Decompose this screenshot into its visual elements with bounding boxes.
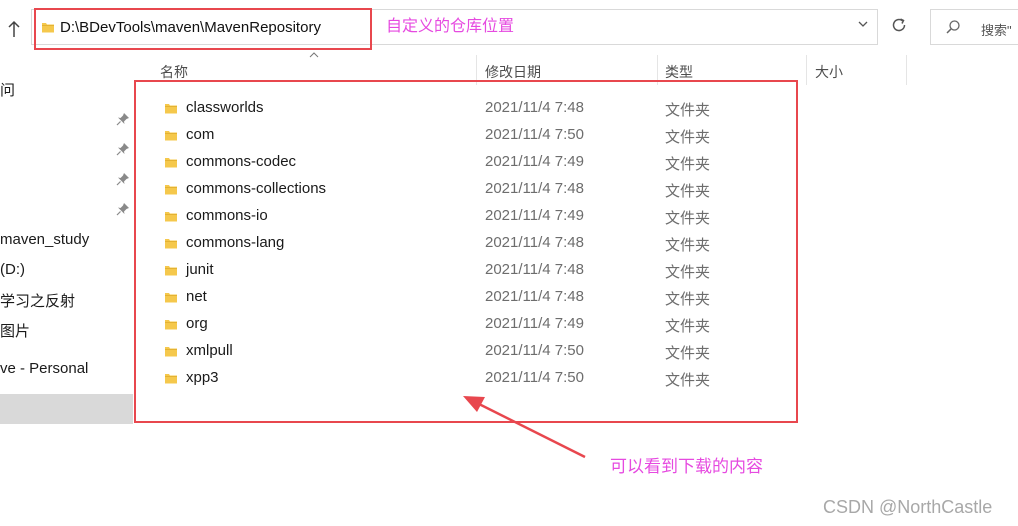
chevron-down-icon[interactable]: [857, 17, 869, 33]
column-header-name[interactable]: 名称: [160, 62, 188, 82]
nav-item[interactable]: maven_study: [0, 231, 89, 248]
annotation-box-file-list: [134, 80, 798, 423]
refresh-icon: [890, 16, 908, 39]
search-placeholder: 搜索": [981, 23, 1012, 38]
annotation-repo-location: 自定义的仓库位置: [386, 18, 515, 35]
pin-icon[interactable]: [116, 172, 130, 186]
column-header-modified[interactable]: 修改日期: [485, 62, 541, 82]
search-icon: [945, 19, 961, 40]
nav-item[interactable]: 图片: [0, 320, 30, 341]
column-header-type[interactable]: 类型: [665, 62, 693, 82]
search-input[interactable]: 搜索": [930, 9, 1018, 45]
nav-item[interactable]: ve - Personal: [0, 360, 88, 377]
annotation-downloaded-content: 可以看到下载的内容: [610, 457, 763, 476]
sort-ascending-icon: [309, 50, 319, 61]
up-arrow-icon[interactable]: [3, 16, 25, 42]
annotation-box-address: [34, 8, 372, 50]
nav-item[interactable]: (D:): [0, 261, 25, 278]
watermark: CSDN @NorthCastle: [823, 497, 993, 517]
navigation-pane: 问 maven_study (D:) 学习之反射 图片 ve - Persona…: [0, 55, 133, 526]
pin-icon[interactable]: [116, 202, 130, 216]
nav-item[interactable]: 学习之反射: [0, 290, 75, 311]
pin-icon[interactable]: [116, 142, 130, 156]
annotation-arrow: [463, 396, 586, 459]
nav-selected-highlight: [0, 394, 133, 424]
file-explorer-window: D:\BDevTools\maven\MavenRepository 搜索" 自…: [0, 0, 1018, 526]
column-header-size[interactable]: 大小: [815, 62, 843, 82]
column-divider[interactable]: [906, 55, 907, 85]
nav-item[interactable]: 问: [0, 79, 15, 100]
refresh-button[interactable]: [884, 12, 914, 42]
pin-icon[interactable]: [116, 112, 130, 126]
column-divider[interactable]: [806, 55, 807, 85]
